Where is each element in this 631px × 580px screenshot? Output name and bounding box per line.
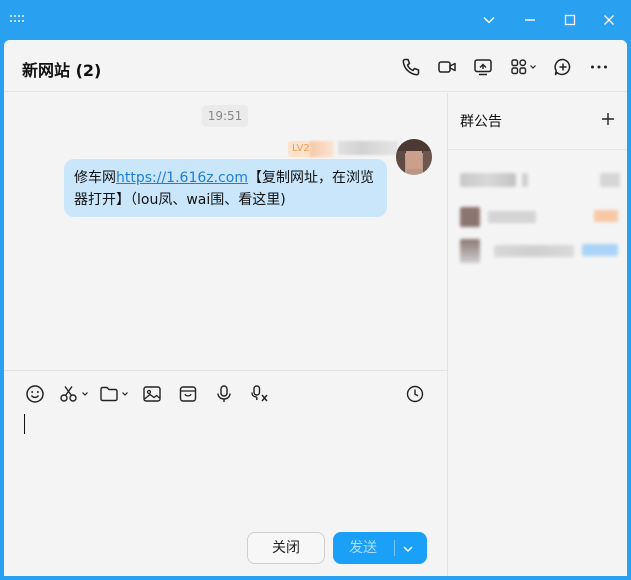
send-button[interactable]: 发送	[333, 532, 427, 564]
voice-to-text-icon[interactable]	[249, 383, 271, 405]
send-options-chevron-icon[interactable]	[401, 541, 415, 560]
sender-avatar[interactable]	[396, 139, 432, 175]
sender-title-blurred	[310, 141, 334, 157]
sender-name-blurred	[338, 141, 398, 155]
member-meta-blurred	[522, 173, 528, 187]
member-badge-blurred	[582, 244, 618, 256]
folder-icon[interactable]	[98, 383, 132, 405]
group-side-panel: 群公告	[447, 93, 627, 576]
history-clock-icon[interactable]	[404, 383, 426, 405]
apps-icon[interactable]	[509, 56, 541, 78]
chat-title: 新网站 (2)	[22, 61, 102, 80]
chat-header: 新网站 (2)	[4, 40, 627, 92]
member-name-blurred	[494, 245, 574, 257]
text-input-caret[interactable]	[24, 414, 25, 434]
message-composer: 关闭 发送	[4, 370, 447, 576]
member-avatar-blurred[interactable]	[460, 239, 480, 263]
maximize-icon[interactable]	[553, 6, 587, 34]
image-icon[interactable]	[141, 383, 163, 405]
drag-grid-icon[interactable]	[10, 15, 26, 23]
message-link[interactable]: https://1.616z.com	[116, 170, 248, 186]
message-timestamp: 19:51	[202, 105, 248, 127]
member-row-blurred[interactable]	[460, 173, 516, 187]
announcement-title: 群公告	[460, 114, 502, 130]
box-icon[interactable]	[177, 383, 199, 405]
add-chat-icon[interactable]	[552, 56, 574, 78]
message-text: 修车网	[74, 170, 116, 186]
scissors-icon[interactable]	[58, 383, 92, 405]
close-icon[interactable]	[592, 6, 626, 34]
screen-share-icon[interactable]	[472, 56, 494, 78]
member-meta-blurred	[600, 173, 620, 187]
member-badge-blurred	[594, 210, 618, 222]
member-avatar-blurred[interactable]	[460, 207, 480, 227]
message-bubble[interactable]: 修车网https://1.616z.com【复制网址，在浏览器打开】（lou凤、…	[64, 159, 387, 217]
title-bar	[0, 0, 631, 40]
send-separator	[394, 540, 395, 556]
side-divider	[448, 149, 627, 150]
emoji-icon[interactable]	[24, 383, 46, 405]
member-name-blurred	[488, 211, 536, 223]
phone-icon[interactable]	[400, 56, 422, 78]
close-button[interactable]: 关闭	[247, 532, 325, 564]
collapse-chevron-icon[interactable]	[472, 6, 506, 34]
message-list[interactable]: 19:51 LV2 修车网https://1.616z.com【复制网址，在浏览…	[4, 93, 447, 370]
minimize-icon[interactable]	[513, 6, 547, 34]
send-label: 发送	[349, 540, 377, 556]
video-icon[interactable]	[436, 56, 458, 78]
plus-icon[interactable]	[600, 111, 616, 131]
chat-window: 新网站 (2) 19:51 LV2 修车网https://1.616z.com【…	[4, 40, 627, 576]
microphone-icon[interactable]	[213, 383, 235, 405]
more-icon[interactable]	[588, 56, 610, 78]
